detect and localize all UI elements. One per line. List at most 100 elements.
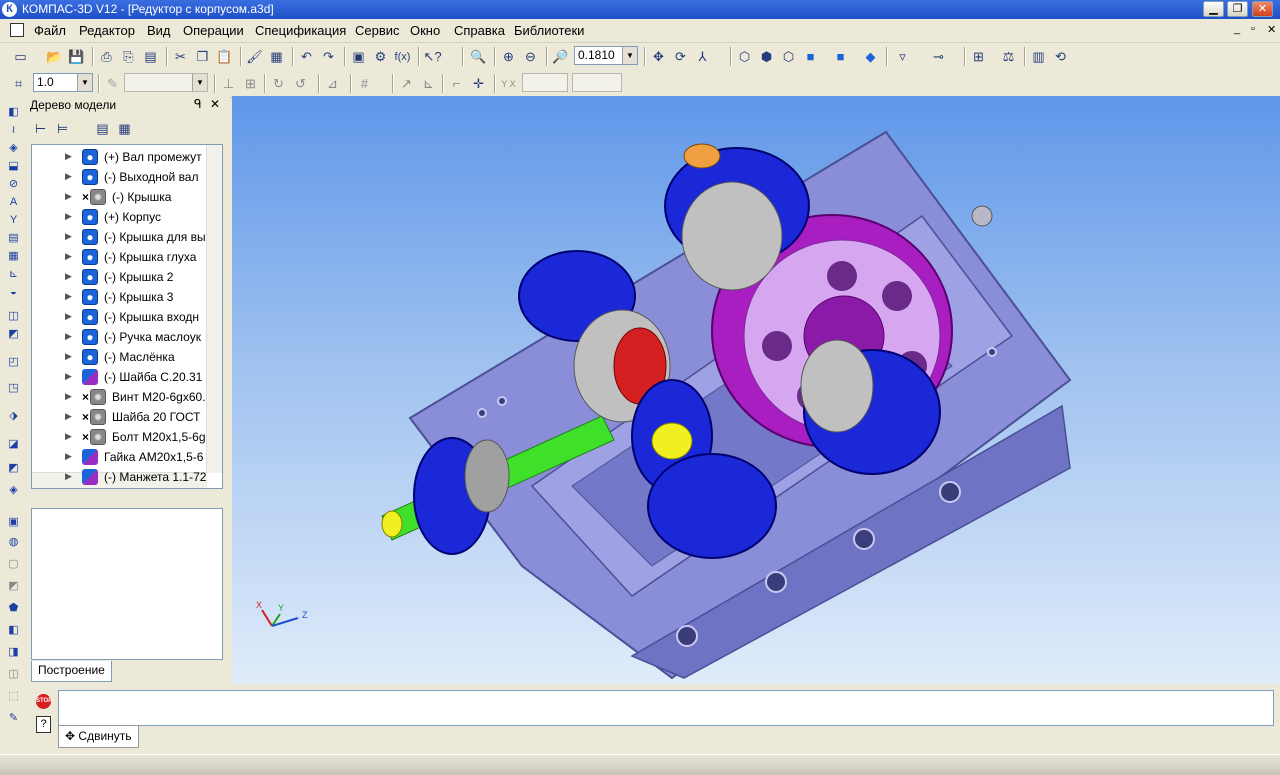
expand-icon[interactable]: ▶ xyxy=(65,171,72,182)
sheet-metal-icon[interactable]: ◒ xyxy=(5,284,22,299)
tree-item[interactable]: ▶ (-) Крышка 3 xyxy=(32,287,208,307)
edit-icon[interactable]: ✎ xyxy=(5,710,22,725)
tree-item[interactable]: ▶ × Винт М20-6gx60. xyxy=(32,387,208,407)
expand-icon[interactable]: ▶ xyxy=(65,191,72,202)
filter-icon[interactable]: ▿ xyxy=(894,48,911,65)
menu-service[interactable]: Сервис xyxy=(355,23,400,38)
rotate-component-icon[interactable]: ⬗ xyxy=(5,408,22,423)
thin-hidden-lines-icon[interactable]: ⬡ xyxy=(780,48,797,65)
wireframe-icon[interactable]: ⬡ xyxy=(736,48,753,65)
model-viewport[interactable]: X Y Z xyxy=(232,96,1280,684)
measure-tools-icon[interactable]: ⊾ xyxy=(5,266,22,281)
tree-item[interactable]: ▶ (-) Шайба С.20.31 xyxy=(32,367,208,387)
tree-structure-icon[interactable]: ⊨ xyxy=(54,120,71,137)
pin-icon[interactable]: ᑫ xyxy=(194,97,202,111)
arrays-icon[interactable]: ⬓ xyxy=(5,158,22,173)
shell-icon[interactable]: ⬟ xyxy=(5,600,22,615)
cut-icon[interactable]: ✂ xyxy=(172,48,189,65)
shaded-edges-icon[interactable]: ■ xyxy=(832,48,849,65)
tree-list-icon[interactable]: ▤ xyxy=(94,120,111,137)
component-icon[interactable]: ◫ xyxy=(5,308,22,323)
tree-item[interactable]: ▶ (+) Вал промежут xyxy=(32,147,208,167)
mass-properties-icon[interactable]: ⚖ xyxy=(1000,48,1017,65)
library-manager-icon[interactable]: ⚙ xyxy=(372,48,389,65)
filter-tools-icon[interactable]: Y xyxy=(5,212,22,227)
context-help-icon[interactable]: ↖? xyxy=(423,48,441,65)
print-preview-icon[interactable]: ⎘ xyxy=(120,48,137,65)
pan-icon[interactable]: ✥ xyxy=(650,48,667,65)
grid-step-icon[interactable]: ⌗ xyxy=(10,75,27,92)
expand-icon[interactable]: ▶ xyxy=(65,371,72,382)
check-collisions-icon[interactable]: ▥ xyxy=(1030,48,1047,65)
document-icon[interactable] xyxy=(10,23,24,37)
expand-icon[interactable]: ▶ xyxy=(65,211,72,222)
format-painter-icon[interactable]: 🖌 xyxy=(246,48,263,65)
zoom-out-icon[interactable]: ⊖ xyxy=(522,48,539,65)
zoom-scale-icon[interactable]: 🔎 xyxy=(552,48,569,65)
expand-icon[interactable]: ▶ xyxy=(65,351,72,362)
chevron-down-icon[interactable]: ▼ xyxy=(622,47,637,64)
expand-icon[interactable]: ▶ xyxy=(65,231,72,242)
tree-item[interactable]: ▶ × Шайба 20 ГОСТ xyxy=(32,407,208,427)
expand-icon[interactable]: ▶ xyxy=(65,311,72,322)
move-component-icon[interactable]: ◳ xyxy=(5,380,22,395)
add-component-icon[interactable]: ◩ xyxy=(5,326,22,341)
paste-icon[interactable]: 📋 xyxy=(216,48,233,65)
kompas-app-icon[interactable]: К xyxy=(2,2,17,17)
restore-button[interactable]: ❐ xyxy=(1227,1,1248,17)
minimize-button[interactable]: ▁ xyxy=(1203,1,1224,17)
zoom-in-icon[interactable]: ⊕ xyxy=(500,48,517,65)
expand-icon[interactable]: ▶ xyxy=(65,251,72,262)
tree-item[interactable]: ▶ (-) Выходной вал xyxy=(32,167,208,187)
tree-item[interactable]: ▶ (-) Ручка маслоук xyxy=(32,327,208,347)
tree-view-icon[interactable]: ⊢ xyxy=(32,120,49,137)
doc-minimize-button[interactable]: _ xyxy=(1234,23,1240,35)
expand-icon[interactable]: ▶ xyxy=(65,471,72,482)
extrude-icon[interactable]: ◪ xyxy=(5,436,22,451)
menu-operations[interactable]: Операции xyxy=(183,23,244,38)
revolve-icon[interactable]: ◩ xyxy=(5,460,22,475)
copy-icon[interactable]: ❐ xyxy=(194,48,211,65)
dimensions-icon[interactable]: A xyxy=(5,194,22,209)
chevron-down-icon[interactable]: ▼ xyxy=(77,74,92,91)
loft-icon[interactable]: ◈ xyxy=(5,482,22,497)
mate-icon[interactable]: ◰ xyxy=(5,354,22,369)
draft-icon[interactable]: ◨ xyxy=(5,644,22,659)
cut-extrude-icon[interactable]: ▣ xyxy=(5,514,22,529)
redo-icon[interactable]: ↷ xyxy=(320,48,337,65)
print-settings-icon[interactable]: ▤ xyxy=(142,48,159,65)
tree-item[interactable]: ▶ (-) Крышка входн xyxy=(32,307,208,327)
manager-icon[interactable]: ▣ xyxy=(350,48,367,65)
expand-icon[interactable]: ▶ xyxy=(65,391,72,402)
doc-close-button[interactable]: ✕ xyxy=(1267,23,1276,36)
open-file-icon[interactable]: 📂 xyxy=(46,48,63,65)
reports-icon[interactable]: ▦ xyxy=(5,248,22,263)
move-button[interactable]: ✥ Сдвинуть xyxy=(58,725,139,748)
tree-item[interactable]: ▶ (-) Крышка 2 xyxy=(32,267,208,287)
expand-icon[interactable]: ▶ xyxy=(65,271,72,282)
undo-icon[interactable]: ↶ xyxy=(298,48,315,65)
hole-icon[interactable]: ◍ xyxy=(5,534,22,549)
close-panel-icon[interactable]: ✕ xyxy=(210,97,220,111)
stop-icon[interactable]: STOP xyxy=(36,694,52,709)
menu-specification[interactable]: Спецификация xyxy=(255,23,346,38)
tree-vertical-scrollbar[interactable] xyxy=(206,145,222,473)
coordinates-icon[interactable]: ✛ xyxy=(470,75,487,92)
orientation-icon[interactable]: ⅄ xyxy=(694,48,711,65)
aux-geometry-icon[interactable]: ⊘ xyxy=(5,176,22,191)
rebuild-icon[interactable]: ⟲ xyxy=(1052,48,1069,65)
menu-file[interactable]: Файл xyxy=(34,23,66,38)
properties-bar[interactable] xyxy=(58,690,1274,726)
spec-icon[interactable]: ▤ xyxy=(5,230,22,245)
save-icon[interactable]: 💾 xyxy=(68,48,85,65)
surface-icon[interactable]: ◈ xyxy=(5,140,22,155)
expand-icon[interactable]: ▶ xyxy=(65,451,72,462)
tree-item[interactable]: ▶ (-) Крышка глуха xyxy=(32,247,208,267)
tree-item[interactable]: ▶ (-) Крышка для вы xyxy=(32,227,208,247)
zoom-window-icon[interactable]: 🔍 xyxy=(470,48,487,65)
gearbox-model[interactable]: X Y Z xyxy=(232,96,1280,684)
menu-window[interactable]: Окно xyxy=(410,23,440,38)
rib-icon[interactable]: ◧ xyxy=(5,622,22,637)
snap-icon[interactable]: ⊸ xyxy=(930,48,947,65)
step-field[interactable]: 1.0 ▼ xyxy=(33,73,93,92)
